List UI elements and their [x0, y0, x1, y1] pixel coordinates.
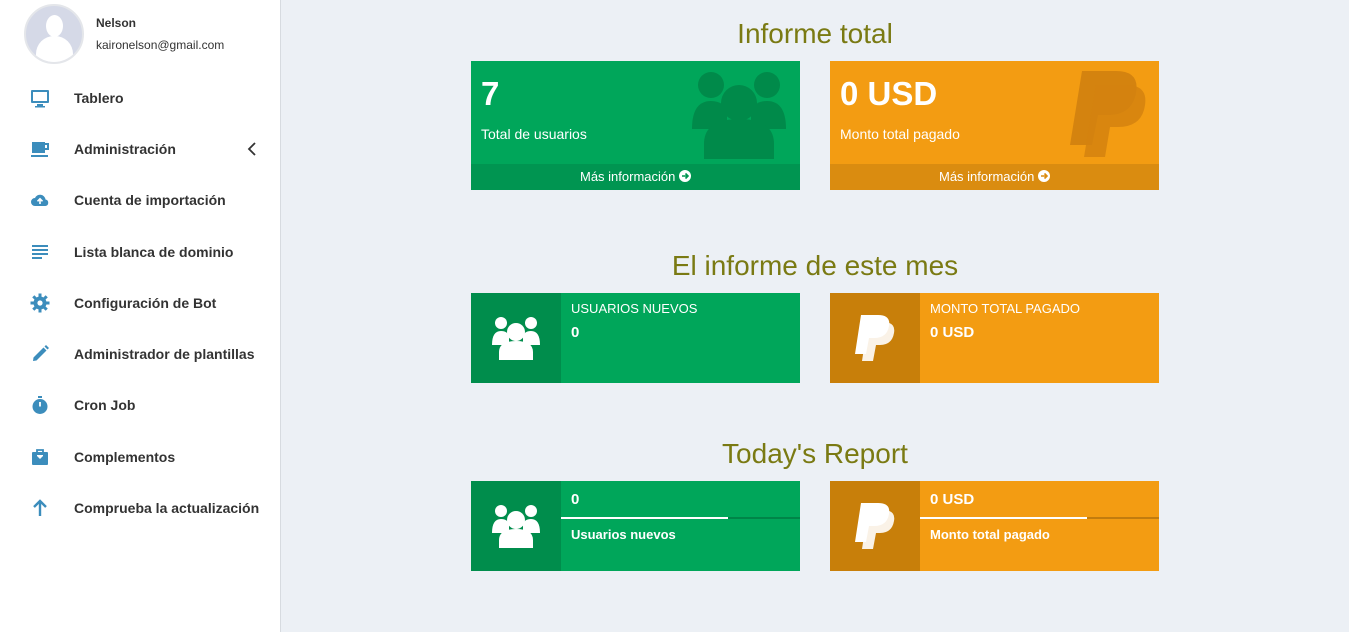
- sidebar-item-label: Lista blanca de dominio: [74, 243, 234, 260]
- user-info: Nelson kaironelson@gmail.com: [96, 16, 224, 52]
- stopwatch-icon: [29, 394, 51, 416]
- more-info-link[interactable]: Más información: [471, 164, 800, 190]
- user-panel: Nelson kaironelson@gmail.com: [24, 4, 224, 64]
- today-users-label: Usuarios nuevos: [571, 527, 676, 542]
- sidebar-item-administracion[interactable]: Administración: [0, 123, 280, 174]
- month-users-label: USUARIOS NUEVOS: [571, 301, 698, 316]
- users-icon: [471, 481, 561, 571]
- section-title-today: Today's Report: [722, 438, 908, 469]
- total-users-value: 7: [481, 75, 500, 112]
- more-info-link[interactable]: Más información: [830, 164, 1159, 190]
- progress-fill: [920, 517, 1088, 519]
- sidebar-item-label: Comprueba la actualización: [74, 500, 260, 517]
- progress-fill: [561, 517, 729, 519]
- briefcase-icon: [29, 446, 51, 468]
- sidebar-item-label: Configuración de Bot: [74, 294, 217, 311]
- today-users-box: 0 Usuarios nuevos: [471, 481, 800, 571]
- sidebar-item-configuracion-bot[interactable]: Configuración de Bot: [0, 277, 280, 328]
- sidebar-item-comprueba-actualizacion[interactable]: Comprueba la actualización: [0, 482, 280, 533]
- user-name: Nelson: [96, 16, 137, 30]
- today-paid-value: 0 USD: [930, 491, 975, 508]
- sidebar: Nelson kaironelson@gmail.com Tablero Adm…: [0, 0, 281, 632]
- arrow-circle-right-icon: [1038, 169, 1050, 184]
- paypal-icon: [830, 481, 920, 571]
- chevron-left-icon[interactable]: [246, 142, 258, 156]
- today-users-value: 0: [571, 491, 580, 508]
- progress-bar: [561, 517, 800, 519]
- users-icon: [471, 293, 561, 383]
- sidebar-item-label: Administración: [74, 140, 176, 157]
- month-paid-label: MONTO TOTAL PAGADO: [930, 301, 1081, 316]
- sidebar-item-administrador-plantillas[interactable]: Administrador de plantillas: [0, 328, 280, 379]
- total-users-box: 7 Total de usuarios Más información: [471, 61, 800, 190]
- user-email: kaironelson@gmail.com: [96, 38, 225, 52]
- section-title-month: El informe de este mes: [671, 250, 959, 281]
- month-paid-value: 0 USD: [930, 324, 975, 341]
- arrow-circle-right-icon: [679, 169, 691, 184]
- sidebar-item-label: Cuenta de importación: [74, 192, 226, 209]
- today-paid-label: Monto total pagado: [930, 527, 1050, 542]
- avatar: [24, 4, 84, 64]
- month-users-value: 0: [571, 324, 580, 341]
- list-icon: [29, 241, 51, 263]
- sidebar-item-complementos[interactable]: Complementos: [0, 431, 280, 482]
- gear-icon: [29, 292, 51, 314]
- sidebar-item-label: Administrador de plantillas: [74, 346, 255, 363]
- paypal-icon: [830, 293, 920, 383]
- month-paid-box: MONTO TOTAL PAGADO 0 USD: [830, 293, 1159, 383]
- sidebar-item-tablero[interactable]: Tablero: [0, 72, 280, 123]
- sidebar-item-label: Complementos: [74, 448, 176, 465]
- more-info-label: Más información: [939, 169, 1035, 184]
- sidebar-item-label: Cron Job: [74, 397, 136, 414]
- cloud-upload-icon: [29, 189, 51, 211]
- paypal-icon: [1068, 69, 1150, 166]
- today-paid-box: 0 USD Monto total pagado: [830, 481, 1159, 571]
- sidebar-menu: Tablero Administración Cuenta de importa…: [0, 72, 280, 534]
- total-users-label: Total de usuarios: [481, 126, 587, 142]
- total-paid-label: Monto total pagado: [840, 126, 960, 142]
- sidebar-item-cron-job[interactable]: Cron Job: [0, 380, 280, 431]
- sidebar-item-cuenta-importacion[interactable]: Cuenta de importación: [0, 175, 280, 226]
- sidebar-item-lista-blanca[interactable]: Lista blanca de dominio: [0, 226, 280, 277]
- progress-bar: [920, 517, 1159, 519]
- pencil-icon: [29, 343, 51, 365]
- total-paid-box: 0 USD Monto total pagado Más información: [830, 61, 1159, 190]
- coffee-cup-icon: [29, 138, 51, 160]
- sidebar-item-label: Tablero: [74, 89, 124, 106]
- total-paid-value: 0 USD: [840, 75, 938, 112]
- more-info-label: Más información: [580, 169, 676, 184]
- section-title-total: Informe total: [737, 18, 893, 49]
- month-users-box: USUARIOS NUEVOS 0: [471, 293, 800, 383]
- monitor-icon: [29, 87, 51, 109]
- users-icon: [689, 69, 789, 166]
- arrow-up-icon: [29, 497, 51, 519]
